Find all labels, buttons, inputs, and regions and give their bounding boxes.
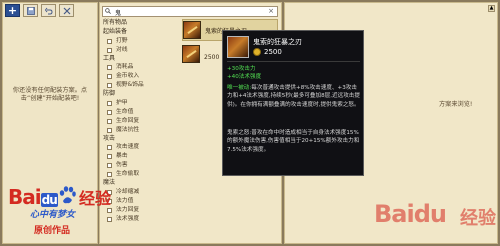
- baidu-logo-text: Baidu: [374, 200, 447, 228]
- category-heading: 起始装备: [103, 27, 128, 35]
- clear-search-icon[interactable]: ×: [268, 7, 274, 15]
- original-work-label: 原创作品: [34, 226, 71, 236]
- save-build-button[interactable]: [23, 4, 38, 17]
- filter-checkbox[interactable]: [107, 154, 112, 160]
- filter-checkbox[interactable]: [107, 83, 112, 89]
- filter-checkbox[interactable]: [107, 127, 112, 133]
- sword-icon: [227, 36, 249, 58]
- category-heading: 攻击: [103, 134, 116, 142]
- category-filter-item[interactable]: 魔法抗性: [103, 126, 181, 135]
- filter-checkbox[interactable]: [107, 145, 112, 151]
- search-input-value: 鬼: [115, 10, 122, 17]
- create-build-button[interactable]: +: [5, 4, 20, 17]
- filter-checkbox[interactable]: [107, 118, 112, 124]
- category-heading: 防御: [103, 90, 116, 98]
- category-filter-item[interactable]: 生命值: [103, 108, 181, 117]
- category-filter-item[interactable]: 打野: [103, 37, 181, 46]
- jingyan-logo-text: 经验: [79, 189, 112, 208]
- tooltip-rage-description: 鬼索之怒:普攻在命中时造成相当于自身法术强度15%的额外魔法伤害,伤害值相当于2…: [227, 130, 360, 153]
- tooltip-stat-ap: +40法术强度: [227, 74, 262, 80]
- category-filter-item[interactable]: 视野&饰品: [103, 81, 181, 90]
- filter-checkbox[interactable]: [107, 65, 112, 71]
- category-filter-item[interactable]: 金币收入: [103, 72, 181, 81]
- baidu-logo-text: Baidu: [8, 185, 58, 209]
- category-heading[interactable]: 所有物品: [103, 19, 181, 28]
- tooltip-item-price: 2500: [264, 48, 282, 56]
- filter-checkbox[interactable]: [107, 172, 112, 178]
- baidu-paw-icon: [59, 186, 76, 204]
- undo-icon: [44, 7, 53, 14]
- category-filter-item[interactable]: 伤害: [103, 161, 181, 170]
- undo-button[interactable]: [41, 4, 56, 17]
- author-slogan: 心中有梦女: [30, 210, 76, 220]
- category-filter-item[interactable]: 护甲: [103, 99, 181, 108]
- browse-builds-message: 方案来浏览!: [439, 101, 473, 108]
- empty-builds-message: 你还没有任何配装方案。点击“创建”开始配装吧!: [12, 87, 88, 102]
- sword-icon: [182, 45, 200, 63]
- category-filter-item[interactable]: 暴击: [103, 152, 181, 161]
- baidu-jingyan-watermark: Baidu 经验 心中有梦女 原创作品: [4, 183, 120, 243]
- tooltip-divider: [227, 61, 360, 62]
- gold-coin-icon: [253, 48, 261, 56]
- baidu-jingyan-watermark-faded: Baidu 经验: [374, 196, 500, 242]
- filter-checkbox[interactable]: [107, 47, 112, 53]
- tooltip-passive: 唯一被动:每次普通攻击提供+8%攻击速度、+3攻击力和+4法术强度,持续5秒(最…: [227, 85, 360, 108]
- scroll-up-button[interactable]: ▲: [488, 5, 495, 12]
- close-icon: [63, 7, 70, 14]
- tooltip-item-name: 鬼索的狂暴之刃: [253, 38, 302, 46]
- category-filter-item[interactable]: 对线: [103, 46, 181, 55]
- filter-checkbox[interactable]: [107, 109, 112, 115]
- filter-checkbox[interactable]: [107, 38, 112, 44]
- plus-icon: +: [7, 4, 18, 17]
- search-icon: [105, 8, 111, 14]
- item-search-input[interactable]: 鬼 ×: [102, 6, 278, 17]
- category-filter-item[interactable]: 消耗品: [103, 63, 181, 72]
- tooltip-stat-ad: +30攻击力: [227, 66, 256, 72]
- build-toolbar: +: [5, 4, 95, 18]
- save-icon: [26, 6, 35, 15]
- filter-checkbox[interactable]: [107, 100, 112, 106]
- item-tooltip: 鬼索的狂暴之刃 2500 +30攻击力 +40法术强度 唯一被动:每次普通攻击提…: [222, 30, 364, 176]
- sword-icon: [183, 21, 201, 39]
- category-heading: 工具: [103, 54, 116, 62]
- category-filter-item[interactable]: 生命回复: [103, 117, 181, 126]
- category-filter-item[interactable]: 攻击速度: [103, 143, 181, 152]
- app-frame: + 你还没有任何配装方案。点击“创建”开始配装吧! 鬼 × 所有物品 起始装备 …: [0, 0, 500, 246]
- jingyan-logo-text: 经验: [460, 208, 496, 229]
- delete-build-button[interactable]: [59, 4, 74, 17]
- filter-checkbox[interactable]: [107, 163, 112, 169]
- filter-checkbox[interactable]: [107, 74, 112, 80]
- category-filter-item[interactable]: 生命偷取: [103, 170, 181, 179]
